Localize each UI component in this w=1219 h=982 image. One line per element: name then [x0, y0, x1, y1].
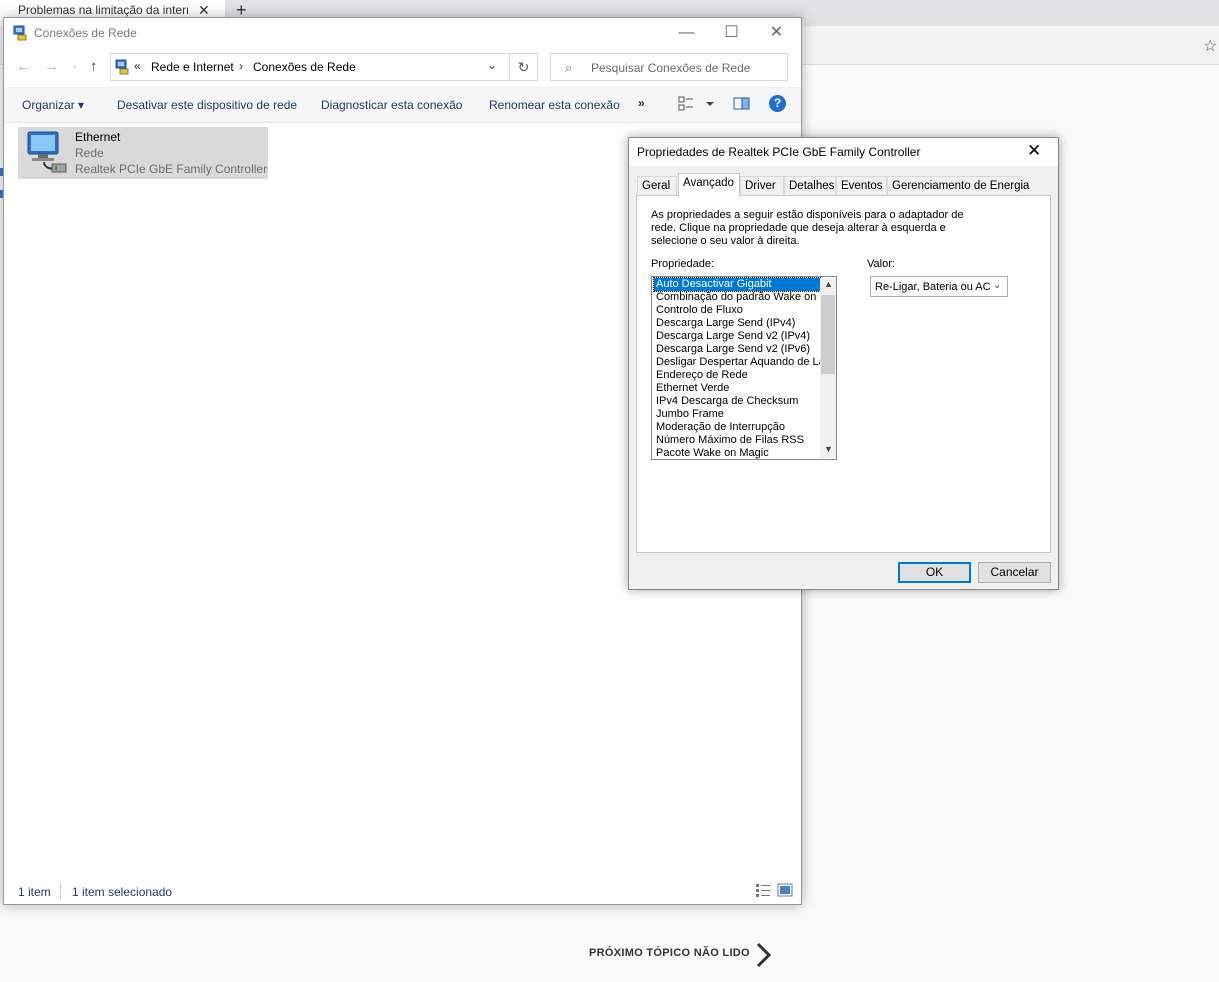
- chevron-right-icon[interactable]: [752, 940, 774, 970]
- browser-tab-title: Problemas na limitação da intern: [18, 3, 188, 17]
- dialog-titlebar[interactable]: Propriedades de Realtek PCIe GbE Family …: [629, 138, 1058, 166]
- connection-device: Realtek PCIe GbE Family Controller: [75, 162, 268, 176]
- status-divider: [60, 883, 61, 899]
- page-edge-mark: [0, 190, 3, 198]
- help-icon[interactable]: ?: [769, 95, 786, 112]
- property-item[interactable]: Endereço de Rede: [654, 369, 820, 382]
- tab-general[interactable]: Geral: [637, 176, 677, 196]
- value-dropdown[interactable]: Re-Ligar, Bateria ou AC ⌄: [870, 276, 1008, 297]
- property-item[interactable]: Jumbo Frame: [654, 408, 820, 421]
- property-item[interactable]: Descarga Large Send (IPv4): [654, 317, 820, 330]
- close-icon[interactable]: ✕: [754, 18, 799, 48]
- search-placeholder: Pesquisar Conexões de Rede: [591, 61, 751, 75]
- tab-power-management[interactable]: Gerenciamento de Energia: [887, 176, 1029, 196]
- organize-button[interactable]: Organizar ▾: [22, 98, 84, 112]
- up-arrow-icon[interactable]: ↑: [90, 58, 98, 75]
- property-label: Propriedade:: [651, 258, 714, 270]
- minimize-icon[interactable]: —: [664, 18, 709, 48]
- dialog-title: Propriedades de Realtek PCIe GbE Family …: [637, 145, 921, 159]
- breadcrumb-network-connections[interactable]: Conexões de Rede: [253, 60, 356, 74]
- property-listbox[interactable]: Auto Desactivar Gigabit Combinação do pa…: [651, 276, 837, 460]
- property-item[interactable]: Controlo de Fluxo: [654, 304, 820, 317]
- back-arrow-icon[interactable]: ←: [16, 58, 31, 75]
- ethernet-connection-item[interactable]: Ethernet Rede Realtek PCIe GbE Family Co…: [18, 127, 268, 179]
- property-item[interactable]: Número Máximo de Filas RSS: [654, 434, 820, 447]
- status-bar: 1 item 1 item selecionado: [4, 878, 801, 904]
- advanced-tab-panel: As propriedades a seguir estão disponíve…: [636, 195, 1051, 553]
- chevron-down-icon[interactable]: ⌄: [487, 58, 497, 72]
- chevron-right-icon[interactable]: ›: [239, 59, 243, 73]
- address-bar[interactable]: « Rede e Internet › Conexões de Rede ⌄: [110, 53, 510, 81]
- value-label: Valor:: [867, 258, 895, 270]
- property-item[interactable]: Ethernet Verde: [654, 382, 820, 395]
- tiles-view-icon[interactable]: [777, 883, 793, 897]
- cancel-button[interactable]: Cancelar: [978, 562, 1051, 583]
- refresh-icon[interactable]: ↻: [510, 53, 538, 81]
- window-title: Conexões de Rede: [34, 26, 137, 40]
- connection-type: Rede: [75, 146, 104, 160]
- diagnose-connection-button[interactable]: Diagnosticar esta conexão: [321, 98, 462, 112]
- property-item[interactable]: Desligar Despertar Aquando de La: [654, 356, 820, 369]
- property-item[interactable]: Descarga Large Send v2 (IPv6): [654, 343, 820, 356]
- address-row: ← → ⌄ ↑ « Rede e Internet › Conexões de …: [4, 51, 801, 85]
- property-item[interactable]: Descarga Large Send v2 (IPv4): [654, 330, 820, 343]
- breadcrumb-network-internet[interactable]: Rede e Internet: [151, 60, 234, 74]
- change-view-icon[interactable]: [678, 95, 718, 113]
- recent-locations-chevron-icon[interactable]: ⌄: [71, 60, 79, 71]
- maximize-icon[interactable]: ☐: [709, 18, 754, 48]
- search-icon: ⌕: [565, 60, 573, 75]
- value-selected: Re-Ligar, Bateria ou AC: [875, 281, 991, 293]
- next-unread-topic-link[interactable]: PRÓXIMO TÓPICO NÃO LIDO: [589, 947, 750, 959]
- organize-label: Organizar: [22, 98, 75, 112]
- more-commands-button[interactable]: »: [638, 96, 645, 110]
- chevron-down-icon: ⌄: [993, 280, 1002, 291]
- tab-events[interactable]: Eventos: [836, 176, 887, 196]
- scroll-up-arrow-icon[interactable]: ▲: [824, 279, 833, 289]
- command-bar: Organizar ▾ Desativar este dispositivo d…: [4, 87, 801, 123]
- preview-pane-icon[interactable]: [733, 95, 751, 113]
- search-input[interactable]: ⌕ Pesquisar Conexões de Rede: [550, 53, 788, 81]
- network-connections-icon: [13, 25, 27, 41]
- disable-device-button[interactable]: Desativar este dispositivo de rede: [117, 98, 297, 112]
- close-icon[interactable]: ✕: [1027, 141, 1041, 161]
- adapter-properties-dialog: Propriedades de Realtek PCIe GbE Family …: [628, 137, 1059, 590]
- connection-name: Ethernet: [75, 130, 121, 144]
- advanced-description: As propriedades a seguir estão disponíve…: [651, 209, 964, 247]
- page-edge-mark: [0, 168, 3, 176]
- network-adapter-icon: [27, 131, 67, 173]
- network-connections-icon: [115, 59, 129, 75]
- star-icon[interactable]: ☆: [1203, 36, 1217, 56]
- property-item[interactable]: Combinação do padrão Wake on: [654, 291, 820, 304]
- property-item[interactable]: Pacote Wake on Magic: [654, 447, 820, 459]
- breadcrumb-overflow[interactable]: «: [134, 59, 141, 73]
- property-item[interactable]: IPv4 Descarga de Checksum: [654, 395, 820, 408]
- property-list-scrollbar[interactable]: ▲ ▼: [820, 278, 836, 458]
- forward-arrow-icon[interactable]: →: [44, 58, 59, 75]
- item-count: 1 item: [18, 885, 51, 899]
- tab-advanced[interactable]: Avançado: [678, 173, 740, 197]
- property-item[interactable]: Auto Desactivar Gigabit: [653, 277, 821, 292]
- tab-details[interactable]: Detalhes: [784, 176, 836, 196]
- tab-driver[interactable]: Driver: [740, 176, 784, 196]
- details-view-icon[interactable]: [755, 883, 771, 897]
- rename-connection-button[interactable]: Renomear esta conexão: [489, 98, 620, 112]
- ok-button[interactable]: OK: [898, 562, 971, 583]
- selected-count: 1 item selecionado: [72, 885, 173, 899]
- window-titlebar[interactable]: Conexões de Rede — ☐ ✕: [4, 18, 801, 49]
- caret-down-icon: ▾: [78, 98, 85, 112]
- scrollbar-thumb[interactable]: [821, 295, 835, 374]
- property-item[interactable]: Moderação de Interrupção: [654, 421, 820, 434]
- scroll-down-arrow-icon[interactable]: ▼: [824, 444, 833, 454]
